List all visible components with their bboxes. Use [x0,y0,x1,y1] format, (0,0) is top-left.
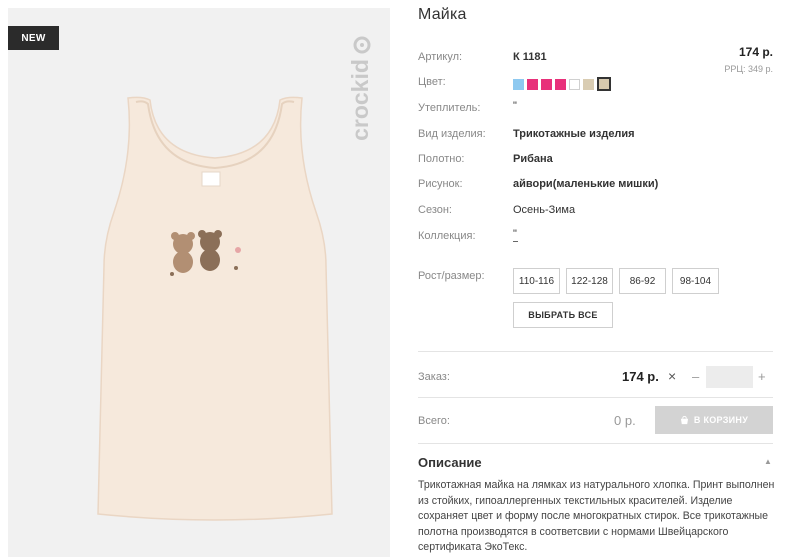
tank-top-image [97,96,333,521]
color-swatch[interactable] [555,78,566,90]
color-swatch[interactable] [541,78,552,90]
add-to-cart-button[interactable]: В КОРЗИНУ [655,406,773,434]
fabric-label: Полотно: [418,153,465,165]
size-option[interactable]: 98-104 [672,268,719,294]
description-text: Трикотажная майка на лямках из натуральн… [418,479,775,553]
color-swatch[interactable] [583,78,594,90]
cart-icon [680,415,688,424]
order-label: Заказ: [418,371,450,383]
article-value: К 1181 [513,51,547,63]
size-option[interactable]: 86-92 [619,268,666,294]
order-price: 174 р. [622,369,659,384]
recommended-price: РРЦ: 349 р. [724,64,773,74]
season-label: Сезон: [418,204,452,216]
total-value: 0 р. [614,413,636,428]
divider [418,443,773,444]
product-photo[interactable]: NEW crockid [8,8,390,557]
insulation-label: Утеплитель: [418,102,481,114]
pattern-value: айвори(маленькие мишки) [513,178,659,190]
divider [418,397,773,398]
color-swatch-selected[interactable] [597,77,611,91]
pattern-label: Рисунок: [418,178,463,190]
product-price: 174 р. [738,45,773,59]
svg-text:crockid: crockid [348,59,373,141]
total-label: Всего: [418,415,450,427]
product-type-label: Вид изделия: [418,128,486,140]
article-label: Артикул: [418,51,463,63]
times-icon: × [668,368,677,384]
collection-value: " [513,228,517,240]
collapse-chevron-icon[interactable]: ▲ [764,457,772,466]
size-option[interactable]: 110-116 [513,268,560,294]
fabric-value: Рибана [513,153,553,165]
size-options: 110-116 122-128 86-92 98-104 [513,268,719,294]
color-label: Цвет: [418,76,446,88]
size-option[interactable]: 122-128 [566,268,613,294]
add-to-cart-label: В КОРЗИНУ [693,415,749,425]
size-label: Рост/размер: [418,270,485,282]
color-swatches [513,77,611,91]
description-title[interactable]: Описание [418,455,482,470]
product-title: Майка [418,6,467,23]
collection-dash [513,241,518,242]
new-badge: NEW [8,26,59,50]
insulation-value: " [513,100,517,112]
quantity-increase-button[interactable]: + [758,369,766,384]
color-swatch[interactable] [569,78,580,90]
color-swatch[interactable] [513,78,524,90]
quantity-input[interactable] [706,366,753,388]
color-swatch[interactable] [527,78,538,90]
product-type-value: Трикотажные изделия [513,128,635,140]
season-value: Осень-Зима [513,204,576,216]
select-all-sizes-button[interactable]: ВЫБРАТЬ ВСЕ [513,302,613,328]
collection-label: Коллекция: [418,230,476,242]
brand-logo: crockid [348,36,373,141]
quantity-decrease-button[interactable]: – [692,369,699,384]
divider [418,351,773,352]
